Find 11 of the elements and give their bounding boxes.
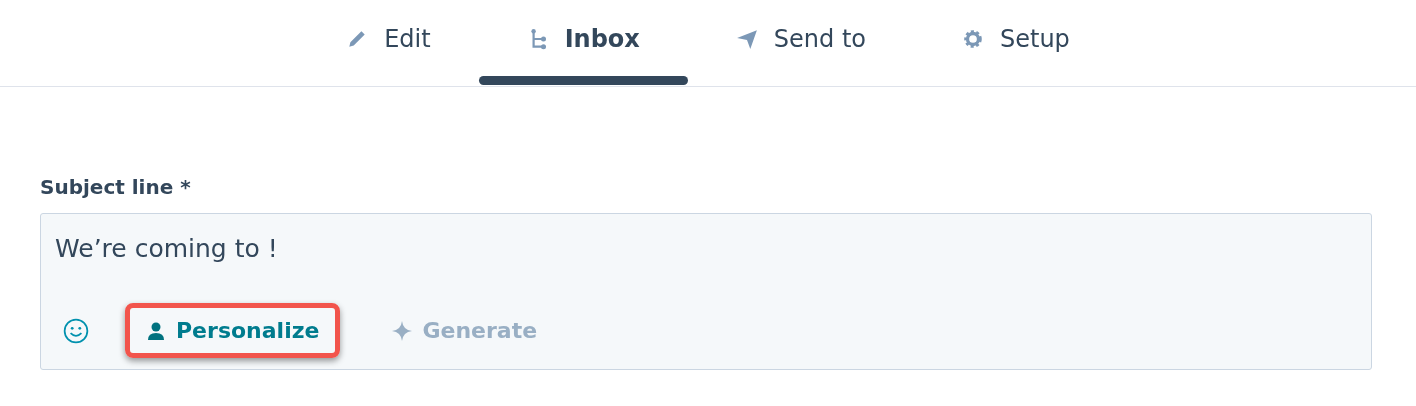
personalize-button[interactable]: Personalize [125,303,341,358]
tab[interactable]: Edit [298,0,479,86]
field-label: Subject line * [40,175,192,199]
tab[interactable]: Inbox [478,0,688,86]
paper-plane-icon [735,28,758,50]
settings-icon [962,28,984,50]
emoji-icon[interactable] [63,317,89,344]
tab[interactable]: Setup [914,0,1118,86]
sparkle-icon [392,320,413,341]
person-icon [146,320,166,341]
tab[interactable]: Send to [687,0,914,86]
